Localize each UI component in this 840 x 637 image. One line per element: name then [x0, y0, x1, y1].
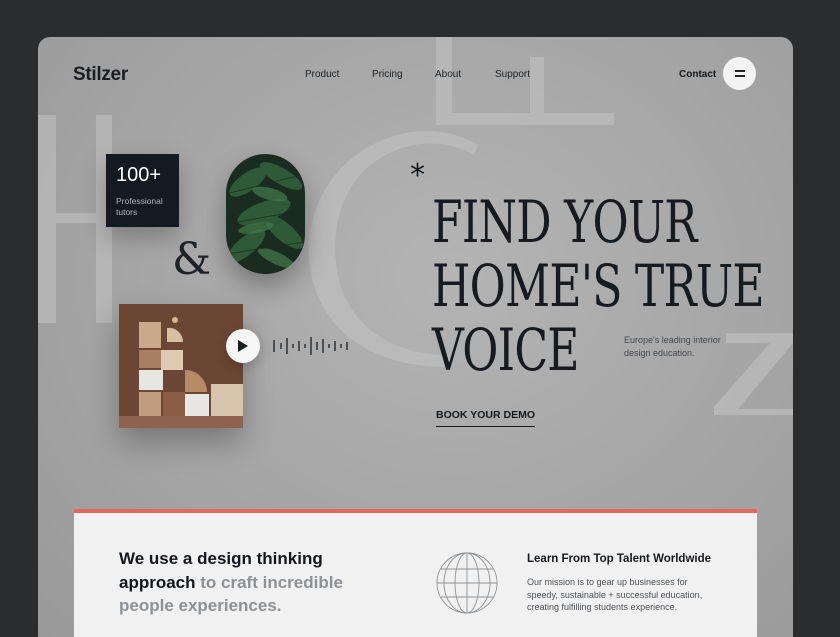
menu-button[interactable] — [723, 57, 756, 90]
book-demo-button[interactable]: BOOK YOUR DEMO — [436, 409, 535, 427]
nav-item-about[interactable]: About — [435, 69, 461, 80]
play-button[interactable] — [226, 329, 260, 363]
nav-item-pricing[interactable]: Pricing — [372, 69, 403, 80]
decor-sculpture-photo — [119, 304, 243, 428]
nav-item-product[interactable]: Product — [305, 69, 339, 80]
about-heading: We use a design thinking approach to cra… — [119, 547, 359, 618]
ampersand-glyph: & — [172, 234, 212, 285]
stat-value: 100+ — [116, 164, 162, 186]
stat-label: Professional tutors — [116, 196, 163, 217]
play-icon — [238, 340, 248, 352]
contact-link[interactable]: Contact — [679, 69, 716, 80]
hamburger-icon — [735, 70, 745, 72]
tutors-stat-card: 100+ Professional tutors — [106, 154, 179, 227]
monstera-leaves-image — [226, 154, 305, 274]
audio-waveform-icon — [273, 337, 348, 355]
headline-line-2: HOME'S TRUE — [432, 252, 765, 320]
landing-page-window: Stilzer Product Pricing About Support Co… — [38, 37, 793, 637]
headline-line-1: FIND YOUR — [432, 188, 697, 256]
leaf-photo — [226, 154, 305, 274]
feature-description: Our mission is to gear up businesses for… — [527, 577, 703, 612]
hero-tagline: Europe's leading interior design educati… — [624, 335, 721, 358]
asterisk-ornament: * — [410, 158, 425, 193]
feature-title: Learn From Top Talent Worldwide — [527, 553, 712, 565]
globe-icon — [436, 552, 498, 614]
nav-item-support[interactable]: Support — [495, 69, 530, 80]
about-panel: We use a design thinking approach to cra… — [74, 509, 757, 637]
hamburger-icon-line — [735, 75, 745, 77]
geometric-blocks-image — [119, 304, 243, 428]
